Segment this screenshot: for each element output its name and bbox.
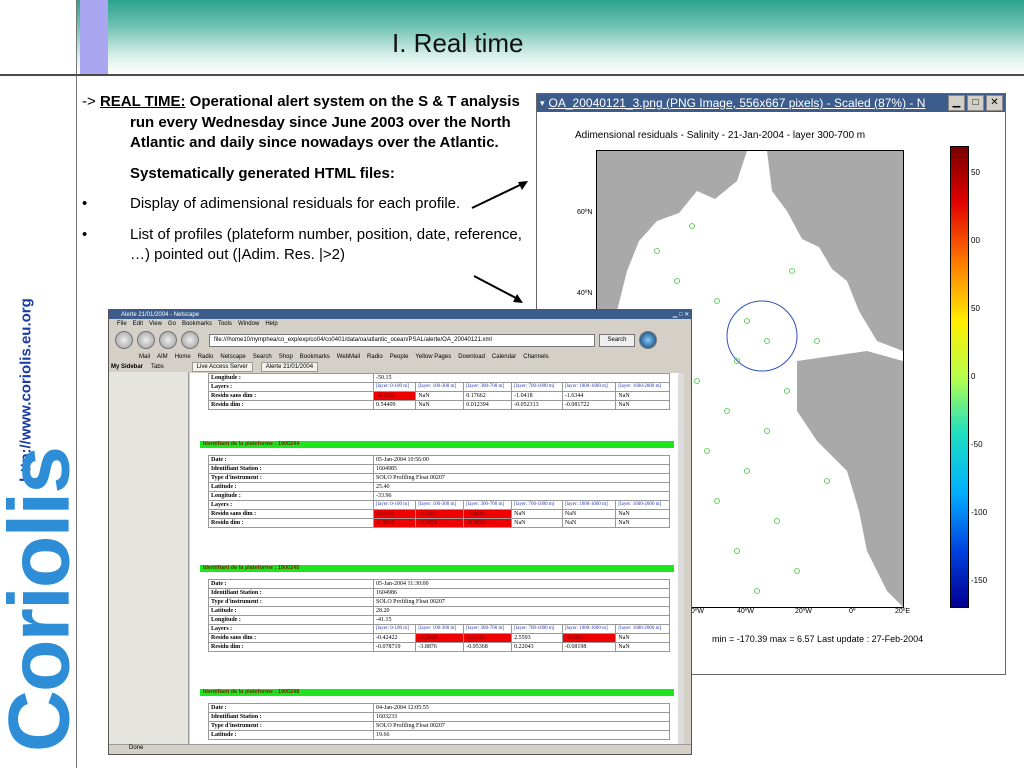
reload-icon[interactable] xyxy=(159,331,177,349)
close-icon[interactable]: ✕ xyxy=(986,95,1003,111)
html-files-line: Systematically generated HTML files: xyxy=(130,164,395,182)
platform-block: Identifiant de la plateforme : 1900244 D… xyxy=(200,441,674,528)
slide-title: I. Real time xyxy=(392,28,524,58)
toolbar-link[interactable]: Radio xyxy=(198,354,214,360)
toolbar-link[interactable]: Bookmarks xyxy=(300,354,330,360)
realtime-paragraph: -> REAL TIME: Operational alert system o… xyxy=(82,93,520,151)
toolbar-link[interactable]: AIM xyxy=(157,354,168,360)
colorbar-tick: 00 xyxy=(971,236,980,245)
arrow-icon xyxy=(471,181,528,209)
colorbar xyxy=(950,146,969,608)
minimize-icon[interactable]: ▁ xyxy=(948,95,965,111)
colorbar-tick: 0 xyxy=(971,372,976,381)
toolbar-link[interactable]: Netscape xyxy=(220,354,245,360)
platform-header: Identifiant de la plateforme : 1900244 xyxy=(200,441,674,448)
bullet-2: • List of profiles (plateform number, pos… xyxy=(82,225,522,264)
bullet-1: • Display of adimensional residuals for e… xyxy=(82,195,461,212)
colorbar-tick: -100 xyxy=(971,508,988,517)
page-content: Longitude : -50.15 Layers : [layer: 0-100… xyxy=(190,373,684,751)
close-icon[interactable]: ✕ xyxy=(684,311,689,318)
lat-label: 60ºN xyxy=(577,209,593,216)
platform-header: Identifiant de la plateforme : 1900248 xyxy=(200,689,674,696)
url-field[interactable]: file:///home10/nymphea/co_exp/exp/co04/c… xyxy=(209,333,595,347)
sidebar-title: My Sidebar xyxy=(111,363,144,370)
toolbar-link[interactable]: Calendar xyxy=(492,354,516,360)
nav-toolbar: file:///home10/nymphea/co_exp/exp/co04/c… xyxy=(109,328,691,352)
header-divider xyxy=(0,74,1024,76)
image-window-titlebar[interactable]: ▾ OA_20040121_3.png (PNG Image, 556x667 … xyxy=(537,94,1005,112)
browser-window: Alerte 21/01/2004 - Netscape ▁ □ ✕ File … xyxy=(108,309,692,755)
menu-view[interactable]: View xyxy=(149,321,162,327)
lon-label: 40ºW xyxy=(737,608,754,615)
platform-table: Date :05-Jan-2004 11:30:00 Identifiant S… xyxy=(208,579,670,652)
bullet-text: -> REAL TIME: Operational alert system o… xyxy=(82,92,522,266)
tab-strip: My Sidebar Tabs Live Access Server Alert… xyxy=(109,361,691,372)
platform-table: Date :05-Jan-2004 10:56:00 Identifiant S… xyxy=(208,455,670,528)
lat-label: 40ºN xyxy=(577,290,593,297)
platform-table: Longitude : -50.15 Layers : [layer: 0-100… xyxy=(208,373,670,410)
toolbar-link[interactable]: People xyxy=(390,354,409,360)
netscape-logo-icon[interactable] xyxy=(639,331,657,349)
colorbar-tick: -150 xyxy=(971,576,988,585)
back-icon[interactable] xyxy=(115,331,133,349)
platform-block: Identifiant de la plateforme : 1900245 D… xyxy=(200,565,674,652)
platform-header: Identifiant de la plateforme : 1900245 xyxy=(200,565,674,572)
menu-help[interactable]: Help xyxy=(265,321,277,327)
vertical-scrollbar[interactable] xyxy=(678,373,684,751)
platform-block: Identifiant de la plateforme : 1900248 D… xyxy=(200,689,674,740)
lon-label: 20ºW xyxy=(795,608,812,615)
sidebar-panel xyxy=(109,372,189,748)
toolbar-link[interactable]: Mail xyxy=(139,354,150,360)
toolbar-link[interactable]: Home xyxy=(175,354,191,360)
maximize-icon[interactable]: □ xyxy=(679,312,683,318)
menu-edit[interactable]: Edit xyxy=(133,321,143,327)
toolbar-link[interactable]: WebMail xyxy=(337,354,360,360)
tab-alerte[interactable]: Alerte 21/01/2004 xyxy=(260,361,319,372)
tab-live-access-server[interactable]: Live Access Server xyxy=(191,361,253,372)
lon-label: 0º xyxy=(849,608,856,615)
toolbar-link[interactable]: Download xyxy=(458,354,485,360)
colorbar-tick: 50 xyxy=(971,168,980,177)
forward-icon[interactable] xyxy=(137,331,155,349)
minimize-icon[interactable]: ▁ xyxy=(673,311,678,318)
tabs-dropdown[interactable]: Tabs xyxy=(151,364,164,370)
menu-bookmarks[interactable]: Bookmarks xyxy=(182,321,212,327)
toolbar-link[interactable]: Channels xyxy=(523,354,548,360)
personal-toolbar: Mail AIM Home Radio Netscape Search Shop… xyxy=(109,352,691,361)
status-bar: Done xyxy=(109,744,691,754)
header-stripe xyxy=(80,0,108,74)
stop-icon[interactable] xyxy=(181,331,199,349)
menu-go[interactable]: Go xyxy=(168,321,176,327)
toolbar-link[interactable]: Radio xyxy=(367,354,383,360)
arrow-icon xyxy=(473,275,523,303)
lon-label: 20ºE xyxy=(895,608,911,615)
chart-title: Adimensional residuals - Salinity - 21-J… xyxy=(575,130,866,141)
colorbar-tick: 50 xyxy=(971,304,980,313)
colorbar-tick: -50 xyxy=(971,440,983,449)
platform-table: Date :04-Jan-2004 12:05:55 Identifiant S… xyxy=(208,703,670,740)
browser-titlebar[interactable]: Alerte 21/01/2004 - Netscape ▁ □ ✕ xyxy=(109,310,691,319)
menu-bar: File Edit View Go Bookmarks Tools Window… xyxy=(109,319,691,328)
toolbar-link[interactable]: Yellow Pages xyxy=(415,354,451,360)
platform-block: Longitude : -50.15 Layers : [layer: 0-100… xyxy=(200,373,674,410)
menu-file[interactable]: File xyxy=(117,321,127,327)
search-button[interactable]: Search xyxy=(599,333,635,347)
menu-tools[interactable]: Tools xyxy=(218,321,232,327)
menu-window[interactable]: Window xyxy=(238,321,259,327)
map-stats: min = -170.39 max = 6.57 Last update : 2… xyxy=(712,634,924,644)
maximize-icon[interactable]: □ xyxy=(967,95,984,111)
toolbar-link[interactable]: Search xyxy=(253,354,272,360)
toolbar-link[interactable]: Shop xyxy=(279,354,293,360)
